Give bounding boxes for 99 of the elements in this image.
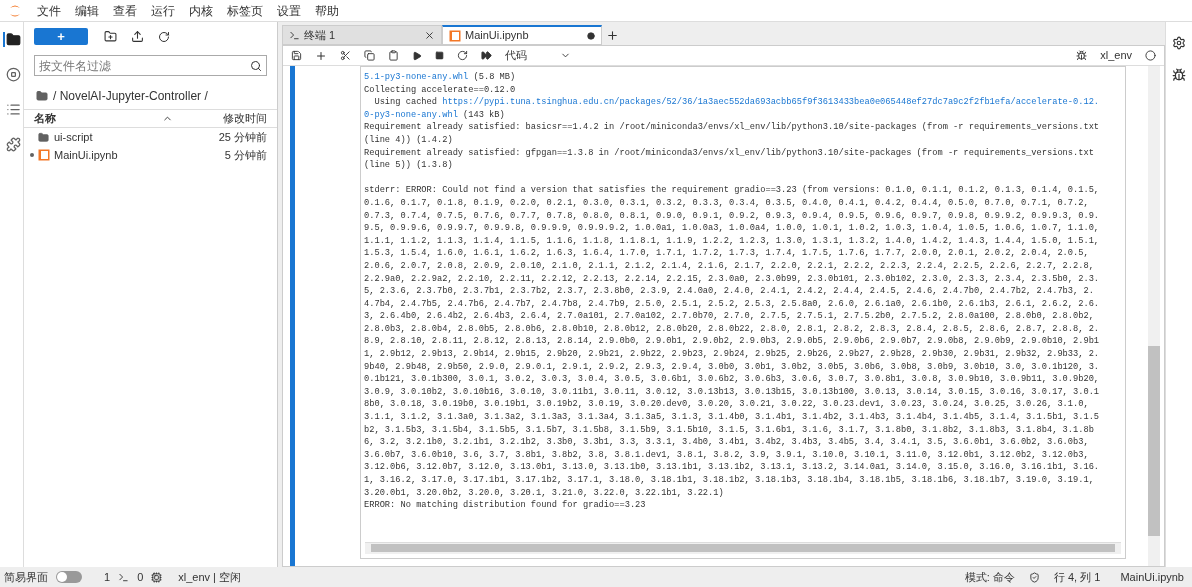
upload-icon[interactable] <box>131 30 144 43</box>
output-text: 3.12.0b6, 3.12.0b7, 3.12.0, 3.13.0b1, 3.13.0, 3.13.1b0, 3.13.1b1, 3.13.1b2, 3.13.1, 3.13.2, 3.14.0a1, 3.14.0, 3.15.0, 3.16.0, 3.16.1b1, 3.16. <box>364 462 1100 473</box>
refresh-icon[interactable] <box>158 30 170 43</box>
copy-icon[interactable] <box>364 50 375 61</box>
output-text: 1, 2.9b12, 2.9b13, 2.9b14, 2.9b15, 2.9b20, 2.9b21, 2.9b22, 2.9b23, 2.9b24, 2.9b25, 2.9b26, 2.9b27, 2.9b28, 2.9b30, 2.9b31, 2.9b32, 2.9b33, 2. <box>364 349 1100 360</box>
output-text: Collecting accelerate==0.12.0 <box>364 84 516 95</box>
output-text: 6, 3.2, 3.2.1b0, 3.2.1b1, 3.2.1b2, 3.3b0, 3.3b1, 3.3, 3.3.1, 3.4b0, 3.4b1, 3.4b2, 3.4b3, 3.4b5, 3.4, 3.4.1, 3.5, 3.6.0b1, 3.6.0b2, 3.6.0b3, <box>364 437 1089 448</box>
folder-icon <box>38 131 49 143</box>
output-text: b2, 3.1.5b3, 3.1.5b4, 3.1.5b5, 3.1.5b7, 3.1.5b8, 3.1.5b9, 3.1.5b10, 3.1.5, 3.1.6b1, 3.1.6, 3.1.7, 3.1.8b0, 3.1.8b2, 3.1.8b3, 3.1.8b4, 3.1.8b <box>364 424 1094 435</box>
tab[interactable]: MainUi.ipynb <box>442 25 602 45</box>
folder-icon[interactable] <box>2 32 21 47</box>
file-name: MainUi.ipynb <box>54 147 118 163</box>
menu-item[interactable]: 文件 <box>30 1 68 20</box>
restart-icon[interactable] <box>457 50 468 61</box>
modified-time: 5 分钟前 <box>224 147 267 163</box>
output-link[interactable]: 5.1-py3-none-any.whl <box>364 72 469 82</box>
save-icon[interactable] <box>291 50 302 61</box>
output-text: Requirement already satisfied: gfpgan==1.3.8 in /root/miniconda3/envs/xl_env/lib/python3.10/site-packages (from -r requirements_versions.txt <box>364 147 1094 158</box>
output-text: 4.7b4, 2.4.7b5, 2.4.7b6, 2.4.7b7, 2.4.7b8, 2.4.7b9, 2.5.0, 2.5.1, 2.5.2, 2.5.3, 2.5.8a0, 2.6.0, 2.6.1a0, 2.6.1b0, 2.6.1b3, 2.6.1, 2.6.2, 2.6. <box>364 298 1100 309</box>
output-text: 8b0, 3.0.18, 3.0.19b0, 3.0.19b1, 3.0.19b2, 3.0.19, 3.0.20.dev0, 3.0.20, 3.0.21, 3.0.22, 3.0.23.dev1, 3.0.23, 3.0.24, 3.0.25, 3.0.26, 3.1.0, <box>364 399 1089 410</box>
output-text: (143 kB) <box>462 109 505 120</box>
output-text: Requirement already satisfied: basicsr==1.4.2 in /root/miniconda3/envs/xl_env/lib/python3.10/site-packages (from -r requirements_versions.txt <box>364 122 1100 133</box>
output-text: 0.1b121, 3.0.1b300, 3.0.1, 3.0.2, 3.0.3, 3.0.4, 3.0.5, 3.0.6b1, 3.0.6b2, 3.0.6b3, 3.0.6, 3.0.7, 3.0.8b1, 3.0.8, 3.0.9b10, 3.0.9b11, 3.0.9b20, <box>364 374 1100 385</box>
output-text: 8.9, 2.8.10, 2.8.11, 2.8.12, 2.8.13, 2.8.14, 2.9.0b0, 2.9.0b1, 2.9.0b2, 2.9.0b3, 2.9.0b5, 2.9.0b6, 2.9.0b7, 2.9.0b8, 2.9.0b9, 2.9.0b10, 2.9b1 <box>364 336 1100 347</box>
unsaved-dot-icon[interactable] <box>587 31 595 40</box>
cursor-position[interactable]: 行 4, 列 1 <box>1053 568 1101 586</box>
column-label[interactable]: 名称 <box>34 110 56 127</box>
file-name: ui-script <box>54 129 93 145</box>
kernel-count: 0 <box>137 569 144 585</box>
terminal-icon[interactable] <box>118 571 130 583</box>
output-text: 3.20.0b1, 3.20.0b2, 3.20.0, 3.20.1, 3.21.0, 3.22.0, 3.22.1b1, 3.22.1) <box>364 487 724 498</box>
file-name: MainUi.ipynb <box>1120 569 1184 585</box>
output-text: 5, 2.3.6, 2.3.7b0, 2.3.7b1, 2.3.7b2, 2.3.7, 2.3.8b0, 2.3.9, 2.4.0a0, 2.4.0, 2.4.1, 2.4.2, 2.4.4, 2.4.5, 2.4.6, 2.4.7b0, 2.4.7b2, 2.4.7b3, 2. <box>364 286 1094 297</box>
menu-item[interactable]: 标签页 <box>220 1 270 20</box>
menu-item[interactable]: 编辑 <box>68 1 106 20</box>
file-row[interactable]: ui-script 25 分钟前 <box>24 128 277 146</box>
output-text: (line 5)) (1.3.8) <box>364 160 453 171</box>
output-text: (5.8 MB) <box>472 72 516 82</box>
output-text: 2.8.0b3, 2.8.0b4, 2.8.0b5, 2.8.0b6, 2.8.0b10, 2.8.0b12, 2.8.0b20, 2.8.0b22, 2.8.0, 2.8.1, 2.8.2, 2.8.3, 2.8.4, 2.8.5, 2.8.6, 2.8.7, 2.8.8, 2. <box>364 323 1100 334</box>
chip-icon[interactable] <box>151 571 163 583</box>
output-text: 3.0.9, 3.0.10b2, 3.0.10b16, 3.0.10, 3.0.11b1, 3.0.11, 3.0.12, 3.0.13b13, 3.0.13b15, 3.0.13b100, 3.0.13, 3.0.14, 3.0.15, 3.0.16, 3.0.17, 3.0.1 <box>364 386 1100 397</box>
fast-forward-icon[interactable] <box>481 50 492 61</box>
output-text: 1.5.3, 1.5.4, 1.6.0, 1.6.1, 1.6.2, 1.6.3, 1.6.4, 1.7.0, 1.7.1, 1.7.2, 1.7.3, 1.7.4, 1.7.5, 1.7.6, 1.7.7, 2.0.0, 2.0.1, 2.0.2, 2.0.4, 2.0.5, <box>364 248 1089 259</box>
status-label: 简易界面 <box>4 569 48 585</box>
breadcrumb[interactable]: / NovelAI-Jupyter-Controller / <box>53 87 208 105</box>
bug-icon[interactable] <box>1172 68 1186 82</box>
bug-icon[interactable] <box>1076 50 1088 61</box>
output-text: 0.1.6, 0.1.7, 0.1.8, 0.1.9, 0.2.0, 0.2.1, 0.3.0, 0.3.1, 0.3.2, 0.3.3, 0.3.4, 0.3.5, 0.4.0, 0.4.1, 0.4.2, 0.4.4, 0.5.0, 0.7.0, 0.7.1, 0.7.2, <box>364 197 1089 208</box>
vertical-scrollbar[interactable] <box>1148 66 1160 566</box>
menu-item[interactable]: 内核 <box>182 1 220 20</box>
output-text: 9.5, 0.9.9.6, 0.9.9.7, 0.9.9.8, 0.9.9.9, 0.9.9.9.2, 1.0.0a1, 1.0.0a3, 1.0.0a4, 1.0.0, 1.0.1, 1.0.2, 1.0.3, 1.0.4, 1.0.5, 1.0.6, 1.0.7, 1.1.0, <box>364 223 1100 234</box>
close-icon[interactable] <box>424 29 435 41</box>
output-link[interactable]: https://pypi.tuna.tsinghua.edu.cn/packages/52/36/1a3aec552da693acbb65f9f3613433bea0e065448ef27dc7a9c2f2fb1efa/accelerate-0.12. <box>442 97 1100 108</box>
menu-item[interactable]: 设置 <box>270 1 308 20</box>
settings-icon[interactable] <box>1172 36 1186 50</box>
kernel-name[interactable]: xl_env <box>1100 47 1132 64</box>
toggle-switch[interactable] <box>56 571 82 583</box>
output-text: 1.1.1, 1.1.2, 1.1.3, 1.1.4, 1.1.5, 1.1.6, 1.1.8, 1.1.8.1, 1.1.9, 1.2.2, 1.2.3, 1.3.0, 1.3.1, 1.3.2, 1.4.0, 1.4.2, 1.4.3, 1.4.4, 1.5.0, 1.5.1, <box>364 235 1100 246</box>
output-text: 3.6.0b7, 3.6.0b10, 3.6, 3.7, 3.8b1, 3.8b2, 3.8, 3.8.1.dev1, 3.8.1, 3.8.2, 3.9, 3.9.1, 3.10.0, 3.10.1, 3.11.0, 3.12.0b1, 3.12.0b2, 3.12.0b3, <box>364 449 1089 460</box>
output-text: Using cached <box>373 97 438 108</box>
menu-item[interactable]: 帮助 <box>308 1 346 20</box>
output-text: stderr: ERROR: Could not find a version that satisfies the requirement gradio==3.23 (from versions: 0.1.0, 0.1.1, 0.1.2, 0.1.3, 0.1.4, 0.1.5, <box>364 184 1100 197</box>
filter-field[interactable]: 按文件名过滤 <box>34 55 267 76</box>
mode-indicator[interactable]: 模式: 命令 <box>964 568 1015 586</box>
output-text: (line 4)) (1.4.2) <box>364 134 453 145</box>
tab[interactable]: 终端 1 <box>282 25 442 45</box>
kernel-status[interactable]: xl_env | 空闲 <box>178 568 242 586</box>
new-launcher-button[interactable]: + <box>34 28 88 45</box>
output-text: 9b40, 2.9b48, 2.9b50, 2.9.0, 2.9.0.1, 2.9.1, 2.9.2, 2.9.3, 2.9.4, 3.0b0, 3.0b1, 3.0b2, 3.0b5, 3.0b6, 3.0b8, 3.0b9, 3.0b10, 3.0, 3.0.1b120, 3. <box>364 361 1100 372</box>
terminal-icon <box>289 29 300 41</box>
output-text: ERROR: No matching distribution found for gradio==3.23 <box>364 500 646 511</box>
modified-time: 25 分钟前 <box>218 129 267 145</box>
output-text: 3.1.1, 3.1.2, 3.1.3a0, 3.1.3a2, 3.1.3a3, 3.1.3a4, 3.1.3a5, 3.1.3, 3.1.4b0, 3.1.4b1, 3.1.4b2, 3.1.4b3, 3.1.4b4, 3.1.4b5, 3.1.4, 3.1.5b1, 3.1.5 <box>364 412 1100 423</box>
paste-icon[interactable] <box>388 50 399 61</box>
cell-type-dropdown[interactable]: 代码 <box>505 47 571 64</box>
add-tab-icon[interactable] <box>606 29 619 42</box>
run-icon[interactable] <box>412 50 422 61</box>
notebook-icon <box>38 149 50 161</box>
column-label[interactable]: 修改时间 <box>223 110 267 127</box>
horizontal-scrollbar[interactable] <box>365 542 1121 554</box>
output-text: 2.0.6, 2.0.7, 2.0.8, 2.0.9, 2.0.10, 2.1.0, 2.1.1, 2.1.2, 2.1.4, 2.1.6, 2.1.7, 2.2.0, 2.2.1, 2.2.2, 2.2.3, 2.2.4, 2.2.5, 2.2.6, 2.2.7, 2.2.8, <box>364 260 1094 271</box>
output-text: 2.2.9a0, 2.2.9a2, 2.2.10, 2.2.11, 2.2.12, 2.2.13, 2.2.14, 2.2.15, 2.3.0a0, 2.3.0b99, 2.3.0b101, 2.3.0b102, 2.3.0, 2.3.3, 2.3.4, 2.3.5b0, 2.3. <box>364 273 1100 284</box>
output-text: 3, 2.6.4b0, 2.6.4b2, 2.6.4b3, 2.6.4, 2.7.0a101, 2.7.0a102, 2.7.0b70, 2.7.0, 2.7.5, 2.7.5.1, 2.7.5.2b0, 2.7.5.2, 2.8.0a100, 2.8.0b0, 2.8.0b2, <box>364 311 1094 322</box>
stop-icon[interactable] <box>435 51 444 60</box>
terminal-count: 1 <box>104 569 111 585</box>
folder-icon <box>36 90 48 102</box>
output-text: 1, 3.16.2, 3.17.0, 3.17.1b1, 3.17.1b2, 3.17.1, 3.18.0, 3.18.1b1, 3.18.1b2, 3.18.1b3, 3.18.1b4, 3.18.1b5, 3.18.1b6, 3.18.1b7, 3.19.0, 3.19.1, <box>364 475 1094 485</box>
cut-icon[interactable] <box>340 50 351 61</box>
output-text: 0.7.3, 0.7.4, 0.7.5, 0.7.6, 0.7.7, 0.7.8, 0.8.0, 0.8.1, 0.9.0, 0.9.1, 0.9.2, 0.9.3, 0.9.4, 0.9.5, 0.9.6, 0.9.7, 0.9.8, 0.9.9.2, 0.9.9.3, 0.9. <box>364 210 1100 221</box>
notebook-icon <box>449 29 461 42</box>
menu-item[interactable]: 查看 <box>106 1 144 20</box>
menu-item[interactable]: 运行 <box>144 1 182 20</box>
add-cell-icon[interactable] <box>315 49 327 62</box>
search-icon <box>250 60 262 72</box>
kernel-status-icon <box>1145 50 1156 61</box>
output-link[interactable]: 0-py3-none-any.whl <box>364 109 458 120</box>
new-folder-icon[interactable] <box>104 30 117 43</box>
shield-icon[interactable] <box>1028 571 1040 583</box>
file-row[interactable]: MainUi.ipynb 5 分钟前 <box>24 146 277 164</box>
